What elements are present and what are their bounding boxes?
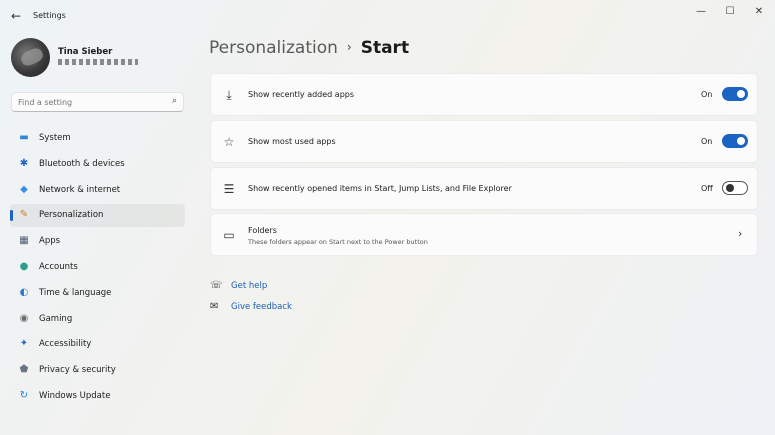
sidebar-item-gaming[interactable]: ◉ Gaming xyxy=(10,308,185,331)
sidebar-item-network-internet[interactable]: ◆ Network & internet xyxy=(10,179,185,202)
toggle-state-label: On xyxy=(701,90,713,99)
close-button[interactable]: ✕ xyxy=(748,4,770,20)
display-icon: ▬ xyxy=(19,132,29,143)
search-input[interactable] xyxy=(18,96,158,109)
setting-label: Show recently opened items in Start, Jum… xyxy=(248,184,512,193)
toggle-switch[interactable] xyxy=(722,181,748,195)
avatar xyxy=(11,38,50,77)
shield-icon: ⬟ xyxy=(19,364,29,376)
folders-description: These folders appear on Start next to th… xyxy=(248,238,428,246)
sidebar-item-label: Network & internet xyxy=(39,184,121,195)
search-icon[interactable]: ⌕ xyxy=(172,96,177,106)
sidebar-item-label: Gaming xyxy=(39,313,73,324)
user-name: Tina Sieber xyxy=(58,47,113,57)
sidebar-item-accessibility[interactable]: ✦ Accessibility xyxy=(10,333,185,356)
gamepad-icon: ◉ xyxy=(19,312,29,324)
toggle-switch[interactable] xyxy=(722,87,748,101)
folders-title: Folders xyxy=(248,226,277,235)
toggle-state-label: On xyxy=(701,137,713,146)
sidebar-item-label: Privacy & security xyxy=(39,365,116,376)
toggle-knob xyxy=(737,137,745,145)
sidebar-item-personalization[interactable]: ✎ Personalization xyxy=(10,204,185,228)
search-box[interactable]: ⌕ xyxy=(11,92,184,112)
sidebar-item-label: System xyxy=(39,133,71,143)
app-title: Settings xyxy=(33,11,66,20)
sidebar-item-apps[interactable]: ▦ Apps xyxy=(10,230,185,253)
minimize-button[interactable]: — xyxy=(690,4,712,20)
star-icon: ☆ xyxy=(223,135,235,149)
toggle-knob xyxy=(737,90,745,98)
toggle-state-label: Off xyxy=(701,184,713,193)
person-icon: ● xyxy=(19,260,29,272)
sidebar-item-label: Apps xyxy=(39,236,61,247)
breadcrumb-parent[interactable]: Personalization xyxy=(209,38,338,58)
sidebar-item-windows-update[interactable]: ↻ Windows Update xyxy=(10,385,185,408)
folders-card[interactable]: ▭ Folders These folders appear on Start … xyxy=(210,213,758,256)
update-icon: ↻ xyxy=(19,389,29,401)
sidebar-item-privacy-security[interactable]: ⬟ Privacy & security xyxy=(10,359,185,382)
sidebar-item-label: Time & language xyxy=(39,287,112,298)
wifi-icon: ◆ xyxy=(20,183,28,195)
setting-card: ⤓ Show recently added apps On xyxy=(210,73,758,116)
sidebar-item-label: Windows Update xyxy=(39,390,111,401)
sidebar-item-label: Accessibility xyxy=(39,339,92,350)
sidebar-item-label: Accounts xyxy=(39,261,78,272)
bluetooth-icon: ✱ xyxy=(19,157,29,169)
title-bar: ← Settings — ☐ ✕ xyxy=(0,0,775,32)
setting-card: ☰ Show recently opened items in Start, Ju… xyxy=(210,167,758,210)
link-text[interactable]: Get help xyxy=(231,281,267,291)
toggle-knob xyxy=(726,184,734,192)
settings-window: ← Settings — ☐ ✕ Tina Sieber ⌕ ▬ System ✱ B… xyxy=(0,0,775,435)
help-icon: ☏ xyxy=(210,280,223,291)
sidebar-item-accounts[interactable]: ● Accounts xyxy=(10,256,185,279)
setting-card: ☆ Show most used apps On xyxy=(210,120,758,163)
breadcrumb-separator-icon: › xyxy=(346,40,352,54)
sidebar-item-label: Personalization xyxy=(39,210,104,221)
sidebar-item-label: Bluetooth & devices xyxy=(39,158,125,169)
chevron-right-icon: › xyxy=(738,227,743,240)
setting-label: Show most used apps xyxy=(248,137,336,146)
download-icon: ⤓ xyxy=(226,88,232,102)
link-text[interactable]: Give feedback xyxy=(231,302,292,312)
sidebar-nav: ▬ System ✱ Bluetooth & devices ◆ Network & in… xyxy=(10,127,185,411)
breadcrumb: Personalization › Start xyxy=(209,38,409,58)
folder-icon: ▭ xyxy=(223,228,235,242)
accessibility-icon: ✦ xyxy=(19,338,29,350)
list-icon: ☰ xyxy=(223,182,235,196)
brush-icon: ✎ xyxy=(19,209,29,221)
page-title: Start xyxy=(360,38,410,58)
maximize-button[interactable]: ☐ xyxy=(719,4,741,20)
setting-label: Show recently added apps xyxy=(248,90,355,99)
globe-clock-icon: ◐ xyxy=(19,286,29,298)
back-arrow-icon[interactable]: ← xyxy=(8,8,24,24)
toggle-switch[interactable] xyxy=(722,134,748,148)
feedback-icon: ✉ xyxy=(210,301,219,312)
sidebar-item-system[interactable]: ▬ System xyxy=(10,127,185,150)
sidebar-item-time-language[interactable]: ◐ Time & language xyxy=(10,282,185,305)
apps-icon: ▦ xyxy=(19,235,29,247)
user-email-redacted xyxy=(58,59,138,65)
sidebar-item-bluetooth-devices[interactable]: ✱ Bluetooth & devices xyxy=(10,153,185,176)
